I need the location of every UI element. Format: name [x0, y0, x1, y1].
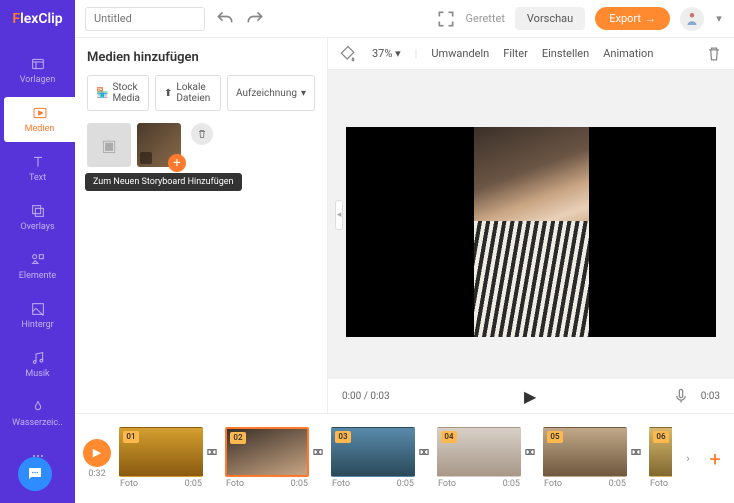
storyboard-scroll-right[interactable]: › — [680, 452, 696, 465]
transition-button[interactable] — [203, 427, 221, 477]
image-icon: ▣ — [101, 136, 116, 155]
export-button[interactable]: Export→ — [595, 7, 670, 30]
zoom-level[interactable]: 37% ▾ — [372, 47, 401, 60]
play-button[interactable]: ▶ — [524, 387, 536, 406]
saved-status: Gerettet — [466, 12, 505, 25]
transition-button[interactable] — [309, 427, 327, 477]
clip-type: Foto — [332, 479, 350, 489]
elements-icon — [30, 252, 46, 268]
animation-button[interactable]: Animation — [603, 47, 653, 60]
clip-type: Foto — [120, 479, 138, 489]
clip-number: 04 — [441, 431, 457, 443]
clip-number: 06 — [653, 431, 669, 443]
clip-type: Foto — [544, 479, 562, 489]
tooltip: Zum Neuen Storyboard Hinzufügen — [85, 173, 242, 191]
playback-time: 0:00 / 0:03 — [342, 391, 390, 402]
storyboard-item[interactable]: 01 — [119, 427, 203, 477]
sidebar-item-watermark[interactable]: Wasserzeic.. — [0, 391, 75, 436]
clip-duration: 0:05 — [185, 479, 202, 489]
sidebar-item-text[interactable]: Text — [0, 146, 75, 191]
filter-button[interactable]: Filter — [503, 47, 528, 60]
watermark-icon — [30, 399, 46, 415]
image-icon — [140, 152, 152, 164]
media-thumb-placeholder[interactable]: ▣ — [87, 123, 131, 167]
media-thumb[interactable]: + — [137, 123, 181, 167]
avatar[interactable] — [680, 7, 704, 31]
upload-icon: ⬆ — [164, 88, 172, 99]
sidebar-item-media[interactable]: Medien — [4, 97, 75, 142]
redo-icon[interactable] — [245, 9, 265, 29]
clip-type: Foto — [650, 479, 668, 489]
adjust-button[interactable]: Einstellen — [542, 47, 589, 60]
record-button[interactable]: Aufzeichnung▾ — [227, 75, 315, 111]
undo-icon[interactable] — [215, 9, 235, 29]
transition-button[interactable] — [627, 427, 645, 477]
clip-duration: 0:05 — [609, 479, 626, 489]
clip-type: Foto — [226, 479, 244, 489]
title-input[interactable] — [85, 7, 205, 31]
media-icon — [32, 105, 48, 121]
storyboard-item[interactable]: 02 — [225, 427, 309, 477]
sidebar-item-overlays[interactable]: Overlays — [0, 195, 75, 240]
templates-icon — [30, 56, 46, 72]
chat-button[interactable] — [18, 457, 52, 491]
preview-canvas[interactable] — [346, 127, 716, 337]
transition-button[interactable] — [521, 427, 539, 477]
clip-number: 02 — [230, 432, 246, 444]
stock-media-button[interactable]: 🏪Stock Media — [87, 75, 149, 111]
preview-button[interactable]: Vorschau — [515, 7, 585, 30]
delete-button[interactable] — [191, 123, 213, 145]
chevron-down-icon: ▾ — [301, 88, 306, 99]
clip-number: 03 — [335, 431, 351, 443]
mic-icon[interactable] — [671, 386, 691, 406]
fullscreen-icon[interactable] — [436, 9, 456, 29]
sidebar-item-templates[interactable]: Vorlagen — [0, 48, 75, 93]
local-files-button[interactable]: ⬆Lokale Dateien — [155, 75, 221, 111]
sidebar-item-elements[interactable]: Elemente — [0, 244, 75, 289]
clip-duration: 0:05 — [291, 479, 308, 489]
clip-type: Foto — [438, 479, 456, 489]
storyboard-item[interactable]: 05 — [543, 427, 627, 477]
trash-icon[interactable] — [704, 44, 724, 64]
sidebar-item-bg[interactable]: Hintergr — [0, 293, 75, 338]
overlays-icon — [30, 203, 46, 219]
storyboard-item[interactable]: 06 — [649, 427, 672, 477]
canvas-image — [474, 127, 589, 337]
panel-title: Medien hinzufügen — [87, 50, 315, 65]
chevron-down-icon[interactable]: ▾ — [714, 9, 724, 29]
storyboard-item[interactable]: 03 — [331, 427, 415, 477]
bucket-icon[interactable] — [338, 44, 358, 64]
clip-number: 05 — [547, 431, 563, 443]
transition-button[interactable] — [415, 427, 433, 477]
storyboard-item[interactable]: 04 — [437, 427, 521, 477]
music-icon — [30, 350, 46, 366]
clip-duration: 0:05 — [397, 479, 414, 489]
add-storyboard-button[interactable]: + — [704, 448, 726, 470]
text-icon — [30, 154, 46, 170]
panel-resize-handle[interactable]: ◂ — [335, 200, 343, 230]
clip-duration: 0:05 — [503, 479, 520, 489]
clip-number: 01 — [123, 431, 139, 443]
bg-icon — [30, 301, 46, 317]
transform-button[interactable]: Umwandeln — [431, 47, 489, 60]
logo: FlexClip — [0, 0, 75, 38]
total-duration: 0:32 — [88, 469, 105, 479]
add-to-storyboard-button[interactable]: + — [168, 154, 186, 172]
sidebar-item-music[interactable]: Musik — [0, 342, 75, 387]
duration: 0:03 — [701, 391, 720, 402]
arrow-right-icon: → — [645, 12, 656, 25]
shop-icon: 🏪 — [96, 88, 108, 99]
storyboard-play-button[interactable]: ▶ — [83, 439, 111, 467]
